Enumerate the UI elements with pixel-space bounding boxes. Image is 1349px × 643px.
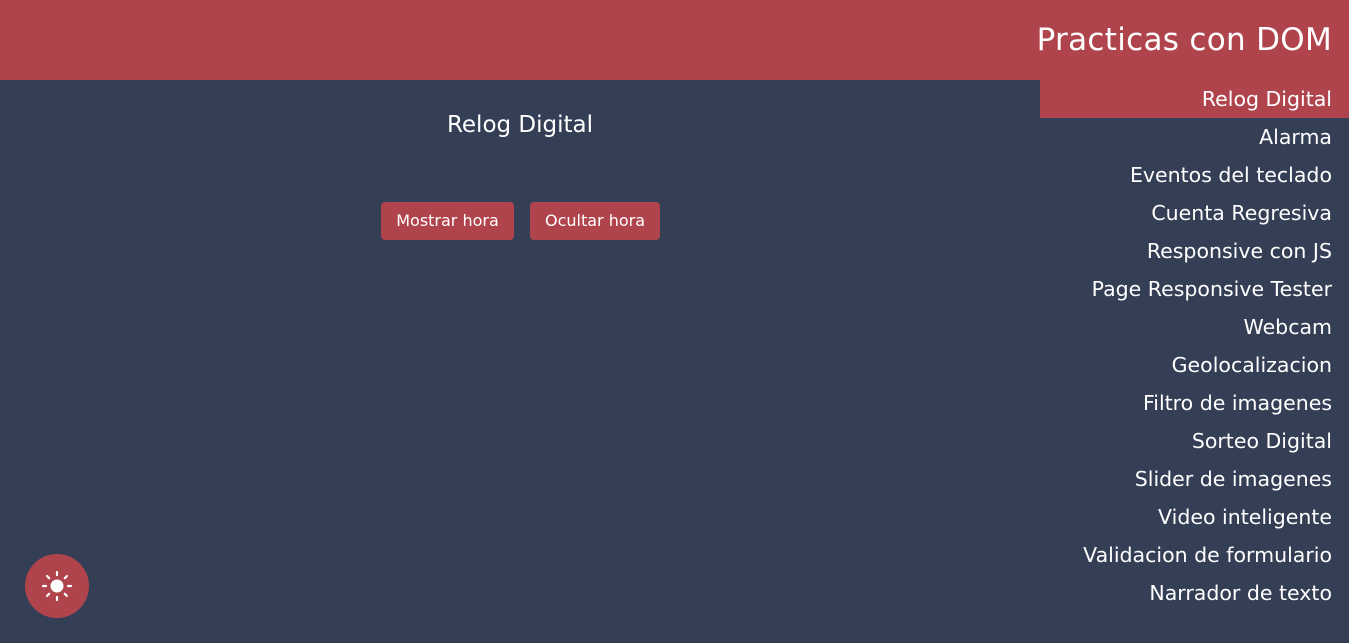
nav-item-relog-digital[interactable]: Relog Digital [1040, 80, 1349, 118]
section-title: Relog Digital [446, 112, 594, 138]
nav-item-responsive-js[interactable]: Responsive con JS [1040, 232, 1349, 270]
sun-icon [41, 570, 73, 602]
nav-item-video-inteligente[interactable]: Video inteligente [1040, 498, 1349, 536]
nav-item-slider-imagenes[interactable]: Slider de imagenes [1040, 460, 1349, 498]
nav-item-eventos-teclado[interactable]: Eventos del teclado [1040, 156, 1349, 194]
nav-item-webcam[interactable]: Webcam [1040, 308, 1349, 346]
header-bar: Practicas con DOM [0, 0, 1349, 80]
page-title: Practicas con DOM [1036, 22, 1332, 58]
nav-item-sorteo-digital[interactable]: Sorteo Digital [1040, 422, 1349, 460]
hide-time-button[interactable]: Ocultar hora [530, 202, 660, 240]
nav-item-validacion-formulario[interactable]: Validacion de formulario [1040, 536, 1349, 574]
nav-list: Relog Digital Alarma Eventos del teclado… [1040, 80, 1349, 612]
nav-item-narrador-texto[interactable]: Narrador de texto [1040, 574, 1349, 612]
show-time-button[interactable]: Mostrar hora [381, 202, 514, 240]
nav-item-cuenta-regresiva[interactable]: Cuenta Regresiva [1040, 194, 1349, 232]
theme-toggle-button[interactable] [25, 554, 89, 618]
nav-item-alarma[interactable]: Alarma [1040, 118, 1349, 156]
nav-item-filtro-imagenes[interactable]: Filtro de imagenes [1040, 384, 1349, 422]
nav-item-geolocalizacion[interactable]: Geolocalizacion [1040, 346, 1349, 384]
nav-item-page-responsive-tester[interactable]: Page Responsive Tester [1040, 270, 1349, 308]
